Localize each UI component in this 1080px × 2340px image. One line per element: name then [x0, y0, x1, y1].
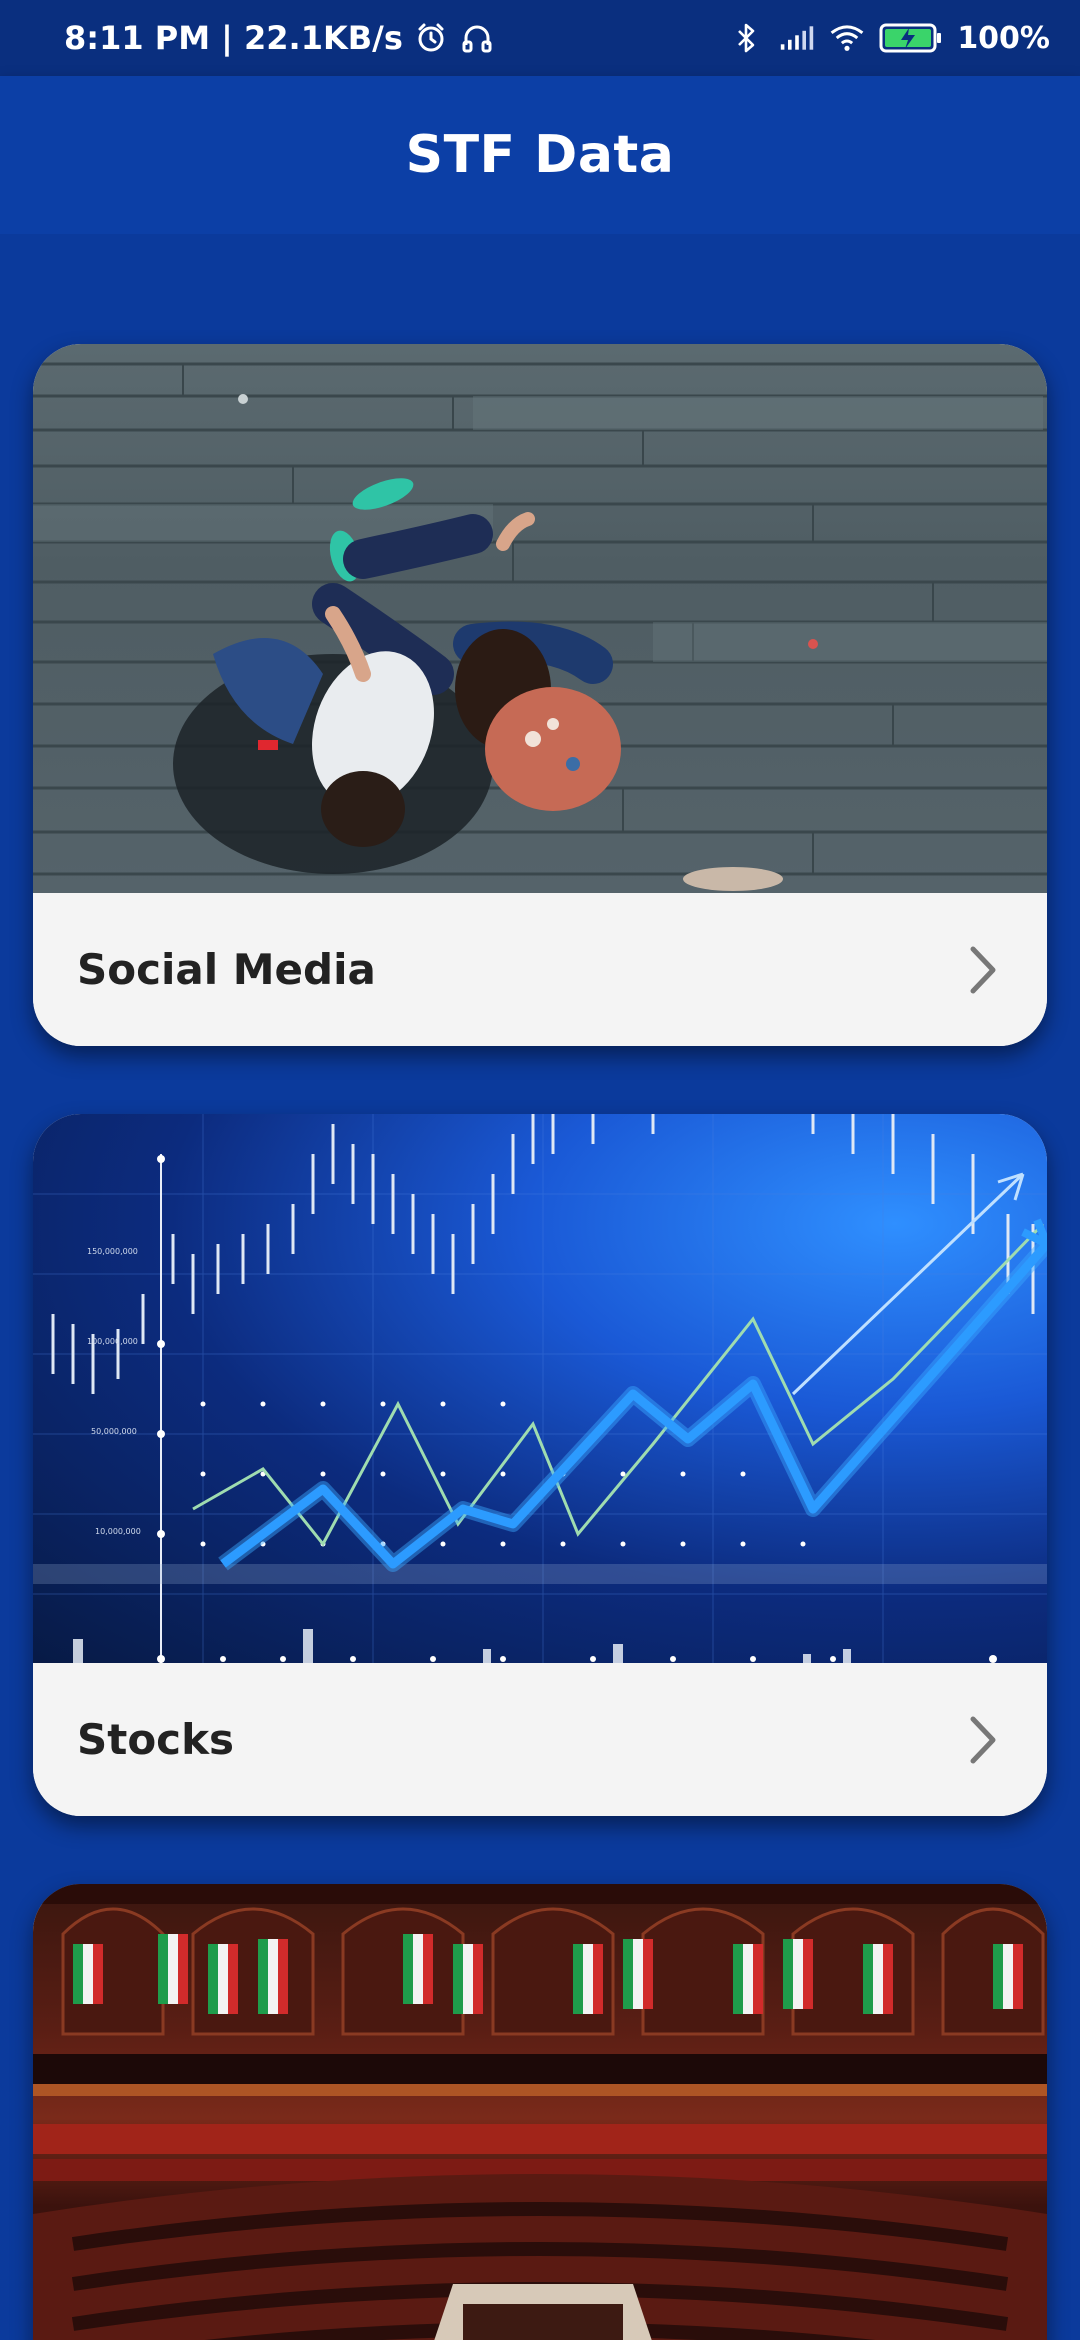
card-parliament[interactable] [33, 1884, 1047, 2340]
wifi-icon [829, 20, 865, 56]
status-left: 8:11 PM | 22.1KB/s [64, 19, 495, 57]
svg-text:100,000,000: 100,000,000 [87, 1337, 138, 1346]
card-social-media[interactable]: Social Media [33, 344, 1047, 1046]
headphones-icon [459, 20, 495, 56]
status-time-speed: 8:11 PM | 22.1KB/s [64, 19, 403, 57]
signal-icon [779, 20, 815, 56]
battery-percent: 100% [957, 20, 1050, 56]
app-bar: STF Data [0, 76, 1080, 234]
status-bar: 8:11 PM | 22.1KB/s 100% [0, 0, 1080, 76]
people-on-deck-image [33, 344, 1047, 893]
card-footer[interactable]: Social Media [33, 893, 1047, 1046]
card-label-stocks: Stocks [77, 1715, 235, 1764]
chevron-right-icon[interactable] [963, 942, 1003, 998]
chevron-right-icon[interactable] [963, 1712, 1003, 1768]
status-right: 100% [729, 20, 1050, 56]
card-footer[interactable]: Stocks [33, 1663, 1047, 1816]
svg-text:50,000,000: 50,000,000 [91, 1427, 137, 1436]
svg-text:150,000,000: 150,000,000 [87, 1247, 138, 1256]
card-list[interactable]: Social Media 150,000,000 100,000,000 50,… [0, 234, 1080, 2340]
parliament-image [33, 1884, 1047, 2340]
card-label-social-media: Social Media [77, 945, 376, 994]
svg-text:10,000,000: 10,000,000 [95, 1527, 141, 1536]
bluetooth-icon [729, 20, 765, 56]
alarm-icon [413, 20, 449, 56]
battery-icon [879, 20, 943, 56]
page-title: STF Data [405, 125, 675, 185]
stock-chart-image: 150,000,000 100,000,000 50,000,000 10,00… [33, 1114, 1047, 1663]
card-stocks[interactable]: 150,000,000 100,000,000 50,000,000 10,00… [33, 1114, 1047, 1816]
